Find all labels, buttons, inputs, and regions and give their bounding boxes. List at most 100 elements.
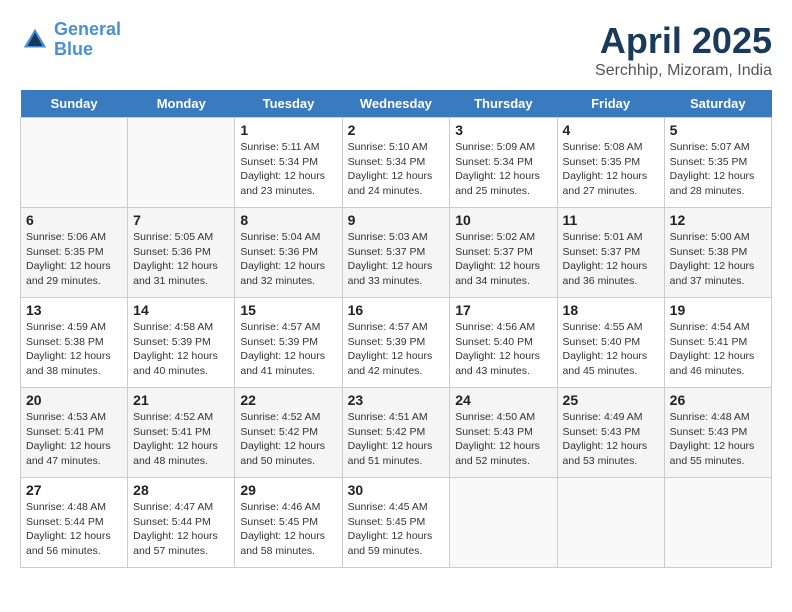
cell-content: Sunrise: 4:59 AMSunset: 5:38 PMDaylight:…: [26, 320, 122, 379]
calendar-cell: 8 Sunrise: 5:04 AMSunset: 5:36 PMDaylight…: [235, 208, 342, 298]
cell-content: Sunrise: 5:00 AMSunset: 5:38 PMDaylight:…: [670, 230, 766, 289]
col-header-sunday: Sunday: [21, 90, 128, 118]
calendar-cell: [21, 118, 128, 208]
date-number: 6: [26, 212, 122, 228]
date-number: 8: [240, 212, 336, 228]
calendar-cell: [664, 478, 771, 568]
date-number: 19: [670, 302, 766, 318]
cell-content: Sunrise: 4:57 AMSunset: 5:39 PMDaylight:…: [348, 320, 445, 379]
date-number: 9: [348, 212, 445, 228]
date-number: 3: [455, 122, 551, 138]
cell-content: Sunrise: 5:01 AMSunset: 5:37 PMDaylight:…: [563, 230, 659, 289]
main-title: April 2025: [595, 20, 772, 62]
date-number: 29: [240, 482, 336, 498]
date-number: 17: [455, 302, 551, 318]
calendar-cell: 3 Sunrise: 5:09 AMSunset: 5:34 PMDaylight…: [450, 118, 557, 208]
calendar-cell: 16 Sunrise: 4:57 AMSunset: 5:39 PMDayligh…: [342, 298, 450, 388]
title-section: April 2025 Serchhip, Mizoram, India: [595, 20, 772, 80]
cell-content: Sunrise: 4:48 AMSunset: 5:44 PMDaylight:…: [26, 500, 122, 559]
calendar-cell: 10 Sunrise: 5:02 AMSunset: 5:37 PMDayligh…: [450, 208, 557, 298]
header-row: SundayMondayTuesdayWednesdayThursdayFrid…: [21, 90, 772, 118]
date-number: 10: [455, 212, 551, 228]
calendar-cell: 6Sunrise: 5:06 AMSunset: 5:35 PMDaylight…: [21, 208, 128, 298]
week-row-4: 20Sunrise: 4:53 AMSunset: 5:41 PMDayligh…: [21, 388, 772, 478]
cell-content: Sunrise: 4:52 AMSunset: 5:42 PMDaylight:…: [240, 410, 336, 469]
cell-content: Sunrise: 5:02 AMSunset: 5:37 PMDaylight:…: [455, 230, 551, 289]
col-header-tuesday: Tuesday: [235, 90, 342, 118]
date-number: 28: [133, 482, 229, 498]
week-row-2: 6Sunrise: 5:06 AMSunset: 5:35 PMDaylight…: [21, 208, 772, 298]
date-number: 27: [26, 482, 122, 498]
date-number: 4: [563, 122, 659, 138]
calendar-cell: 1 Sunrise: 5:11 AMSunset: 5:34 PMDaylight…: [235, 118, 342, 208]
calendar-cell: 30Sunrise: 4:45 AMSunset: 5:45 PMDayligh…: [342, 478, 450, 568]
cell-content: Sunrise: 4:58 AMSunset: 5:39 PMDaylight:…: [133, 320, 229, 379]
logo-line1: General: [54, 19, 121, 39]
col-header-monday: Monday: [128, 90, 235, 118]
logo-icon: [20, 25, 50, 55]
date-number: 1: [240, 122, 336, 138]
calendar-cell: 24 Sunrise: 4:50 AMSunset: 5:43 PMDayligh…: [450, 388, 557, 478]
cell-content: Sunrise: 4:56 AMSunset: 5:40 PMDaylight:…: [455, 320, 551, 379]
cell-content: Sunrise: 4:47 AMSunset: 5:44 PMDaylight:…: [133, 500, 229, 559]
calendar-cell: 26 Sunrise: 4:48 AMSunset: 5:43 PMDayligh…: [664, 388, 771, 478]
calendar-cell: 25 Sunrise: 4:49 AMSunset: 5:43 PMDayligh…: [557, 388, 664, 478]
date-number: 23: [348, 392, 445, 408]
calendar-cell: 2 Sunrise: 5:10 AMSunset: 5:34 PMDaylight…: [342, 118, 450, 208]
logo-line2: Blue: [54, 39, 93, 59]
date-number: 18: [563, 302, 659, 318]
cell-content: Sunrise: 4:50 AMSunset: 5:43 PMDaylight:…: [455, 410, 551, 469]
cell-content: Sunrise: 4:57 AMSunset: 5:39 PMDaylight:…: [240, 320, 336, 379]
cell-content: Sunrise: 4:45 AMSunset: 5:45 PMDaylight:…: [348, 500, 445, 559]
date-number: 11: [563, 212, 659, 228]
subtitle: Serchhip, Mizoram, India: [595, 62, 772, 80]
col-header-saturday: Saturday: [664, 90, 771, 118]
date-number: 21: [133, 392, 229, 408]
date-number: 16: [348, 302, 445, 318]
calendar-cell: 19 Sunrise: 4:54 AMSunset: 5:41 PMDayligh…: [664, 298, 771, 388]
date-number: 26: [670, 392, 766, 408]
calendar-cell: 13Sunrise: 4:59 AMSunset: 5:38 PMDayligh…: [21, 298, 128, 388]
cell-content: Sunrise: 5:07 AMSunset: 5:35 PMDaylight:…: [670, 140, 766, 199]
date-number: 22: [240, 392, 336, 408]
calendar-cell: 9 Sunrise: 5:03 AMSunset: 5:37 PMDaylight…: [342, 208, 450, 298]
calendar-cell: 28 Sunrise: 4:47 AMSunset: 5:44 PMDayligh…: [128, 478, 235, 568]
calendar-table: SundayMondayTuesdayWednesdayThursdayFrid…: [20, 90, 772, 568]
date-number: 15: [240, 302, 336, 318]
cell-content: Sunrise: 5:03 AMSunset: 5:37 PMDaylight:…: [348, 230, 445, 289]
cell-content: Sunrise: 5:10 AMSunset: 5:34 PMDaylight:…: [348, 140, 445, 199]
cell-content: Sunrise: 5:04 AMSunset: 5:36 PMDaylight:…: [240, 230, 336, 289]
calendar-cell: 23 Sunrise: 4:51 AMSunset: 5:42 PMDayligh…: [342, 388, 450, 478]
col-header-wednesday: Wednesday: [342, 90, 450, 118]
date-number: 24: [455, 392, 551, 408]
col-header-friday: Friday: [557, 90, 664, 118]
calendar-cell: 15 Sunrise: 4:57 AMSunset: 5:39 PMDayligh…: [235, 298, 342, 388]
calendar-cell: 11 Sunrise: 5:01 AMSunset: 5:37 PMDayligh…: [557, 208, 664, 298]
cell-content: Sunrise: 4:51 AMSunset: 5:42 PMDaylight:…: [348, 410, 445, 469]
cell-content: Sunrise: 4:52 AMSunset: 5:41 PMDaylight:…: [133, 410, 229, 469]
cell-content: Sunrise: 4:53 AMSunset: 5:41 PMDaylight:…: [26, 410, 122, 469]
calendar-cell: 27 Sunrise: 4:48 AMSunset: 5:44 PMDayligh…: [21, 478, 128, 568]
date-number: 5: [670, 122, 766, 138]
cell-content: Sunrise: 4:49 AMSunset: 5:43 PMDaylight:…: [563, 410, 659, 469]
date-number: 14: [133, 302, 229, 318]
calendar-cell: 4Sunrise: 5:08 AMSunset: 5:35 PMDaylight…: [557, 118, 664, 208]
cell-content: Sunrise: 4:48 AMSunset: 5:43 PMDaylight:…: [670, 410, 766, 469]
page-header: General Blue April 2025 Serchhip, Mizora…: [20, 20, 772, 80]
week-row-5: 27 Sunrise: 4:48 AMSunset: 5:44 PMDayligh…: [21, 478, 772, 568]
cell-content: Sunrise: 4:54 AMSunset: 5:41 PMDaylight:…: [670, 320, 766, 379]
calendar-cell: 7Sunrise: 5:05 AMSunset: 5:36 PMDaylight…: [128, 208, 235, 298]
calendar-cell: 5 Sunrise: 5:07 AMSunset: 5:35 PMDaylight…: [664, 118, 771, 208]
week-row-3: 13Sunrise: 4:59 AMSunset: 5:38 PMDayligh…: [21, 298, 772, 388]
cell-content: Sunrise: 4:46 AMSunset: 5:45 PMDaylight:…: [240, 500, 336, 559]
cell-content: Sunrise: 5:09 AMSunset: 5:34 PMDaylight:…: [455, 140, 551, 199]
calendar-cell: 21 Sunrise: 4:52 AMSunset: 5:41 PMDayligh…: [128, 388, 235, 478]
date-number: 25: [563, 392, 659, 408]
calendar-cell: 12Sunrise: 5:00 AMSunset: 5:38 PMDayligh…: [664, 208, 771, 298]
calendar-cell: 17 Sunrise: 4:56 AMSunset: 5:40 PMDayligh…: [450, 298, 557, 388]
calendar-cell: 14 Sunrise: 4:58 AMSunset: 5:39 PMDayligh…: [128, 298, 235, 388]
calendar-cell: 20Sunrise: 4:53 AMSunset: 5:41 PMDayligh…: [21, 388, 128, 478]
date-number: 2: [348, 122, 445, 138]
cell-content: Sunrise: 5:11 AMSunset: 5:34 PMDaylight:…: [240, 140, 336, 199]
calendar-cell: 22 Sunrise: 4:52 AMSunset: 5:42 PMDayligh…: [235, 388, 342, 478]
